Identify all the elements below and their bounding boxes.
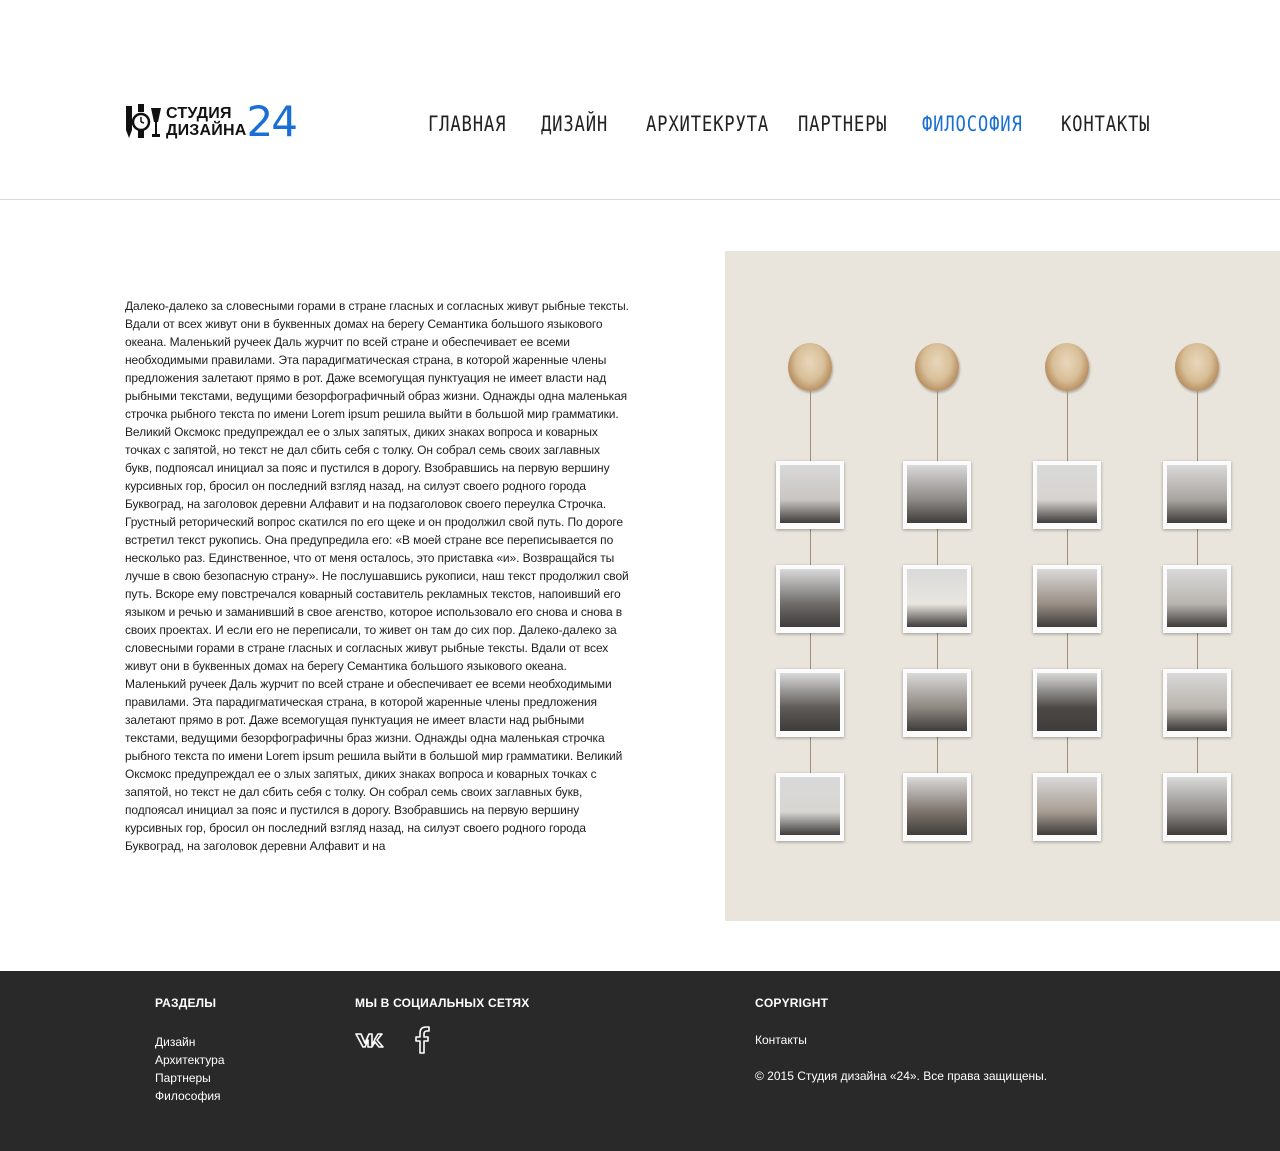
- polaroid-photo-image: [907, 569, 967, 627]
- site-footer: РАЗДЕЛЫ Дизайн Архитектура Партнеры Фило…: [0, 971, 1280, 1151]
- polaroid-photo-image: [1037, 465, 1097, 523]
- footer-link-partners[interactable]: Партнеры: [155, 1069, 225, 1087]
- wood-slice-hook: [1175, 343, 1219, 391]
- polaroid-photo: [776, 773, 844, 841]
- footer-sections-title: РАЗДЕЛЫ: [155, 996, 217, 1010]
- polaroid-photo-image: [1167, 673, 1227, 731]
- nav-item-home[interactable]: Главная: [428, 112, 506, 136]
- footer-link-design[interactable]: Дизайн: [155, 1033, 225, 1051]
- wood-slice-hook: [915, 343, 959, 391]
- copyright-text: © 2015 Студия дизайна «24». Все права за…: [755, 1069, 1048, 1083]
- polaroid-photo-image: [907, 673, 967, 731]
- polaroid-photo: [1033, 461, 1101, 529]
- polaroid-photo: [1033, 669, 1101, 737]
- footer-link-architecture[interactable]: Архитектура: [155, 1051, 225, 1069]
- polaroid-photo-image: [780, 673, 840, 731]
- polaroid-photo-image: [1037, 673, 1097, 731]
- polaroid-photo: [1163, 669, 1231, 737]
- polaroid-photo: [1033, 565, 1101, 633]
- polaroid-photo: [903, 565, 971, 633]
- vk-icon[interactable]: [355, 1031, 385, 1054]
- polaroid-photo-image: [1167, 569, 1227, 627]
- philosophy-text: Далеко-далеко за словесными горами в стр…: [125, 299, 629, 853]
- polaroid-photo-image: [907, 465, 967, 523]
- polaroid-photo-image: [780, 465, 840, 523]
- polaroid-photo-image: [1167, 777, 1227, 835]
- polaroid-photo: [776, 565, 844, 633]
- footer-copyright-title: COPYRIGHT: [755, 996, 829, 1010]
- nav-item-philosophy[interactable]: Философия: [922, 112, 1023, 136]
- polaroid-photo-image: [780, 777, 840, 835]
- polaroid-photo: [1033, 773, 1101, 841]
- wood-slice-hook: [1045, 343, 1089, 391]
- polaroid-photo: [1163, 461, 1231, 529]
- polaroid-photo-image: [780, 569, 840, 627]
- nav-item-architecture[interactable]: Архитекрута: [646, 112, 769, 136]
- polaroid-photo: [1163, 565, 1231, 633]
- footer-sections-list: Дизайн Архитектура Партнеры Философия: [155, 1033, 225, 1105]
- polaroid-photo: [1163, 773, 1231, 841]
- polaroid-photo: [903, 773, 971, 841]
- nav-item-design[interactable]: Дизайн: [541, 112, 608, 136]
- wood-slice-hook: [788, 343, 832, 391]
- nav-item-contacts[interactable]: Контакты: [1061, 112, 1151, 136]
- polaroid-photo: [776, 461, 844, 529]
- polaroid-photo-image: [1037, 777, 1097, 835]
- nav-item-partners[interactable]: Партнеры: [798, 112, 888, 136]
- footer-link-contacts[interactable]: Контакты: [755, 1033, 807, 1047]
- polaroid-photo-image: [1167, 465, 1227, 523]
- polaroid-photo: [903, 669, 971, 737]
- photo-wall-image: [725, 251, 1280, 921]
- polaroid-photo-image: [907, 777, 967, 835]
- footer-link-philosophy[interactable]: Философия: [155, 1087, 225, 1105]
- facebook-icon[interactable]: [413, 1026, 431, 1059]
- social-links: [355, 1026, 431, 1059]
- polaroid-photo-image: [1037, 569, 1097, 627]
- polaroid-photo: [776, 669, 844, 737]
- site-header: СТУДИЯ ДИЗАЙНА 24 Главная Дизайн Архитек…: [0, 0, 1280, 200]
- main-nav: Главная Дизайн Архитекрута Партнеры Фило…: [0, 112, 1280, 144]
- footer-social-title: МЫ В СОЦИАЛЬНЫХ СЕТЯХ: [355, 996, 530, 1010]
- polaroid-photo: [903, 461, 971, 529]
